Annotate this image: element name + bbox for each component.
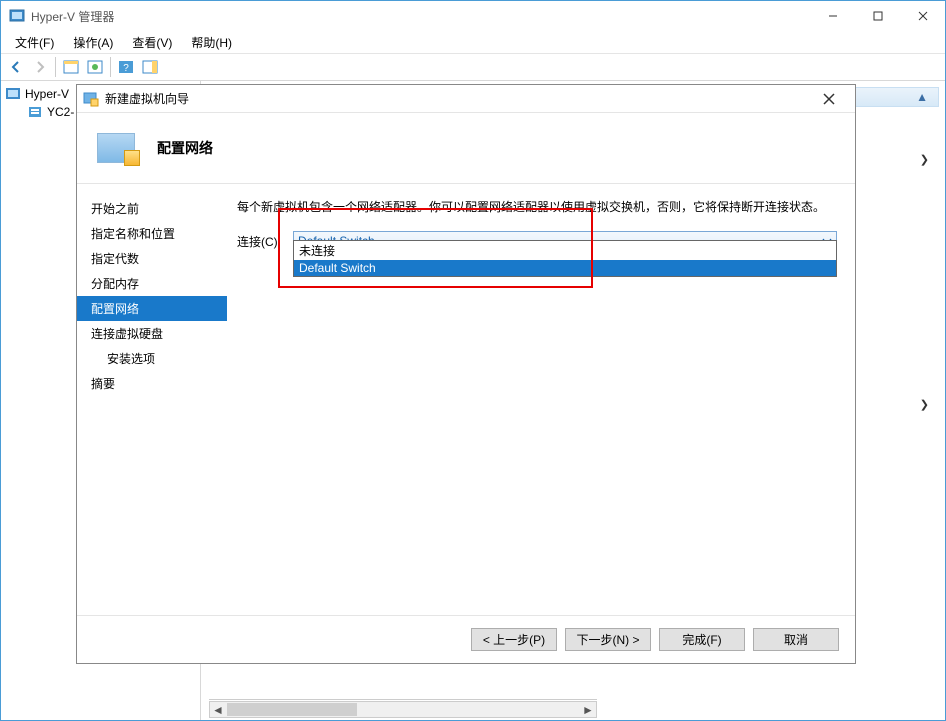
nav-network[interactable]: 配置网络 [77, 296, 227, 321]
next-button[interactable]: 下一步(N) > [565, 628, 651, 651]
wizard-close-button[interactable] [809, 85, 849, 112]
close-button[interactable] [900, 1, 945, 31]
connection-label: 连接(C): [237, 233, 293, 250]
caret-up-icon: ▲ [916, 90, 928, 104]
cancel-button[interactable]: 取消 [753, 628, 839, 651]
menubar: 文件(F) 操作(A) 查看(V) 帮助(H) [1, 31, 945, 53]
nav-summary[interactable]: 摘要 [77, 371, 227, 396]
window-title: Hyper-V 管理器 [31, 8, 810, 25]
back-button[interactable] [5, 56, 27, 78]
toolbar-separator [110, 57, 111, 77]
finish-button[interactable]: 完成(F) [659, 628, 745, 651]
menu-help[interactable]: 帮助(H) [183, 32, 240, 53]
toolbar: ? [1, 53, 945, 81]
nav-disk[interactable]: 连接虚拟硬盘 [77, 321, 227, 346]
option-default-switch[interactable]: Default Switch [294, 260, 836, 276]
connection-dropdown: 未连接 Default Switch [293, 240, 837, 277]
nav-generation[interactable]: 指定代数 [77, 246, 227, 271]
svg-text:?: ? [123, 63, 129, 74]
maximize-button[interactable] [855, 1, 900, 31]
nav-before[interactable]: 开始之前 [77, 196, 227, 221]
nav-install[interactable]: 安装选项 [77, 346, 227, 371]
menu-view[interactable]: 查看(V) [124, 32, 180, 53]
wizard-nav: 开始之前 指定名称和位置 指定代数 分配内存 配置网络 连接虚拟硬盘 安装选项 … [77, 184, 227, 615]
menu-file[interactable]: 文件(F) [7, 32, 62, 53]
tool-panel2-icon[interactable] [139, 56, 161, 78]
menu-action[interactable]: 操作(A) [65, 32, 121, 53]
tool-refresh-icon[interactable] [84, 56, 106, 78]
wizard-header-icon [97, 133, 135, 163]
horizontal-scrollbar[interactable]: ◄ ► [209, 701, 597, 718]
wizard-titlebar: 新建虚拟机向导 [77, 85, 855, 113]
forward-button[interactable] [29, 56, 51, 78]
scroll-left-icon[interactable]: ◄ [210, 702, 226, 717]
nav-memory[interactable]: 分配内存 [77, 271, 227, 296]
tree-root-label: Hyper-V [25, 87, 69, 101]
wizard-title: 新建虚拟机向导 [105, 90, 809, 107]
prev-button[interactable]: < 上一步(P) [471, 628, 557, 651]
wizard-header: 配置网络 [77, 113, 855, 183]
wizard-icon [83, 91, 99, 107]
scroll-right-icon[interactable]: ► [580, 702, 596, 717]
option-not-connected[interactable]: 未连接 [294, 241, 836, 260]
scroll-thumb[interactable] [227, 703, 357, 716]
hyperv-icon [5, 86, 21, 102]
tool-help-icon[interactable]: ? [115, 56, 137, 78]
description-text: 每个新虚拟机包含一个网络适配器。你可以配置网络适配器以使用虚拟交换机，否则，它将… [237, 198, 837, 217]
minimize-button[interactable] [810, 1, 855, 31]
tree-node-label: YC2- [47, 105, 74, 119]
wizard-dialog: 新建虚拟机向导 配置网络 开始之前 指定名称和位置 指定代数 分配内存 配置网络… [76, 84, 856, 664]
toolbar-separator [55, 57, 56, 77]
wizard-footer: < 上一步(P) 下一步(N) > 完成(F) 取消 [77, 615, 855, 663]
titlebar: Hyper-V 管理器 [1, 1, 945, 31]
app-icon [9, 8, 25, 24]
nav-name[interactable]: 指定名称和位置 [77, 221, 227, 246]
divider [209, 699, 597, 700]
wizard-content: 每个新虚拟机包含一个网络适配器。你可以配置网络适配器以使用虚拟交换机，否则，它将… [227, 184, 855, 615]
wizard-header-title: 配置网络 [157, 138, 213, 158]
server-icon [27, 104, 43, 120]
tool-panel-icon[interactable] [60, 56, 82, 78]
